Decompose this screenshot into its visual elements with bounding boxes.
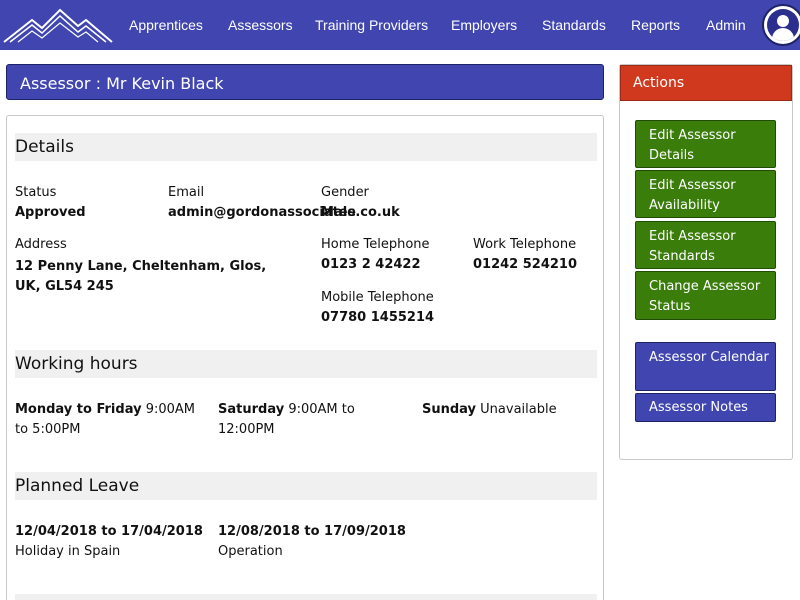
working-hours-section-header: Working hours	[15, 350, 597, 378]
sunday-label: Sunday	[422, 402, 477, 417]
nav-reports[interactable]: Reports	[631, 17, 680, 33]
status-label: Status	[15, 185, 57, 200]
address-label: Address	[15, 237, 67, 252]
actions-heading: Actions	[633, 75, 685, 91]
email-value: admin@gordonassociates.co.uk	[168, 205, 400, 220]
assessor-details-panel: Details Status Approved Email admin@gord…	[6, 115, 604, 600]
work-telephone-value: 01242 524210	[473, 257, 578, 272]
leave-reason: Operation	[218, 544, 283, 559]
user-avatar-icon[interactable]	[762, 4, 800, 46]
details-heading: Details	[15, 137, 74, 157]
working-hours-saturday: Saturday 9:00AM to 12:00PM	[218, 400, 363, 440]
address-value: 12 Penny Lane, Cheltenham, Glos, UK, GL5…	[15, 259, 267, 294]
edit-assessor-details-button[interactable]: Edit Assessor Details	[635, 120, 776, 168]
working-hours-weekdays: Monday to Friday 9:00AM to 5:00PM	[15, 400, 205, 440]
nav-assessors[interactable]: Assessors	[228, 17, 293, 33]
mobile-telephone-value: 07780 1455214	[321, 310, 435, 325]
nav-standards[interactable]: Standards	[542, 17, 606, 33]
home-telephone-label: Home Telephone	[321, 237, 430, 252]
assessor-notes-button[interactable]: Assessor Notes	[635, 393, 776, 422]
gender-label: Gender	[321, 185, 369, 200]
email-label: Email	[168, 185, 205, 200]
details-section-header: Details	[15, 133, 597, 161]
home-telephone-value: 0123 2 42422	[321, 257, 421, 272]
mountain-logo-icon[interactable]	[2, 6, 114, 46]
working-hours-heading: Working hours	[15, 354, 138, 374]
nav-employers[interactable]: Employers	[451, 17, 517, 33]
actions-header: Actions	[620, 65, 792, 101]
working-hours-sunday: Sunday Unavailable	[422, 400, 597, 420]
page-title-bar: Assessor : Mr Kevin Black	[6, 64, 604, 100]
nav-admin[interactable]: Admin	[706, 17, 746, 33]
change-assessor-status-button[interactable]: Change Assessor Status	[635, 271, 776, 320]
nav-training-providers[interactable]: Training Providers	[315, 17, 428, 33]
planned-leave-heading: Planned Leave	[15, 476, 140, 496]
edit-assessor-availability-button[interactable]: Edit Assessor Availability	[635, 170, 776, 218]
leave-entry: 12/08/2018 to 17/09/2018 Operation	[218, 522, 418, 562]
assessor-calendar-button[interactable]: Assessor Calendar	[635, 342, 776, 391]
mobile-telephone-label: Mobile Telephone	[321, 290, 434, 305]
planned-leave-section-header: Planned Leave	[15, 472, 597, 500]
page-title: Assessor : Mr Kevin Black	[20, 74, 224, 93]
sunday-time: Unavailable	[480, 402, 557, 417]
leave-dates: 12/08/2018 to 17/09/2018	[218, 524, 406, 539]
next-section-header	[15, 594, 597, 600]
leave-entry: 12/04/2018 to 17/04/2018 Holiday in Spai…	[15, 522, 215, 562]
top-navbar: Apprentices Assessors Training Providers…	[0, 0, 800, 50]
nav-apprentices[interactable]: Apprentices	[129, 17, 203, 33]
leave-dates: 12/04/2018 to 17/04/2018	[15, 524, 203, 539]
saturday-label: Saturday	[218, 402, 285, 417]
weekdays-label: Monday to Friday	[15, 402, 142, 417]
work-telephone-label: Work Telephone	[473, 237, 577, 252]
status-value: Approved	[15, 205, 86, 220]
edit-assessor-standards-button[interactable]: Edit Assessor Standards	[635, 221, 776, 269]
gender-value: Male	[321, 205, 356, 220]
leave-reason: Holiday in Spain	[15, 544, 121, 559]
